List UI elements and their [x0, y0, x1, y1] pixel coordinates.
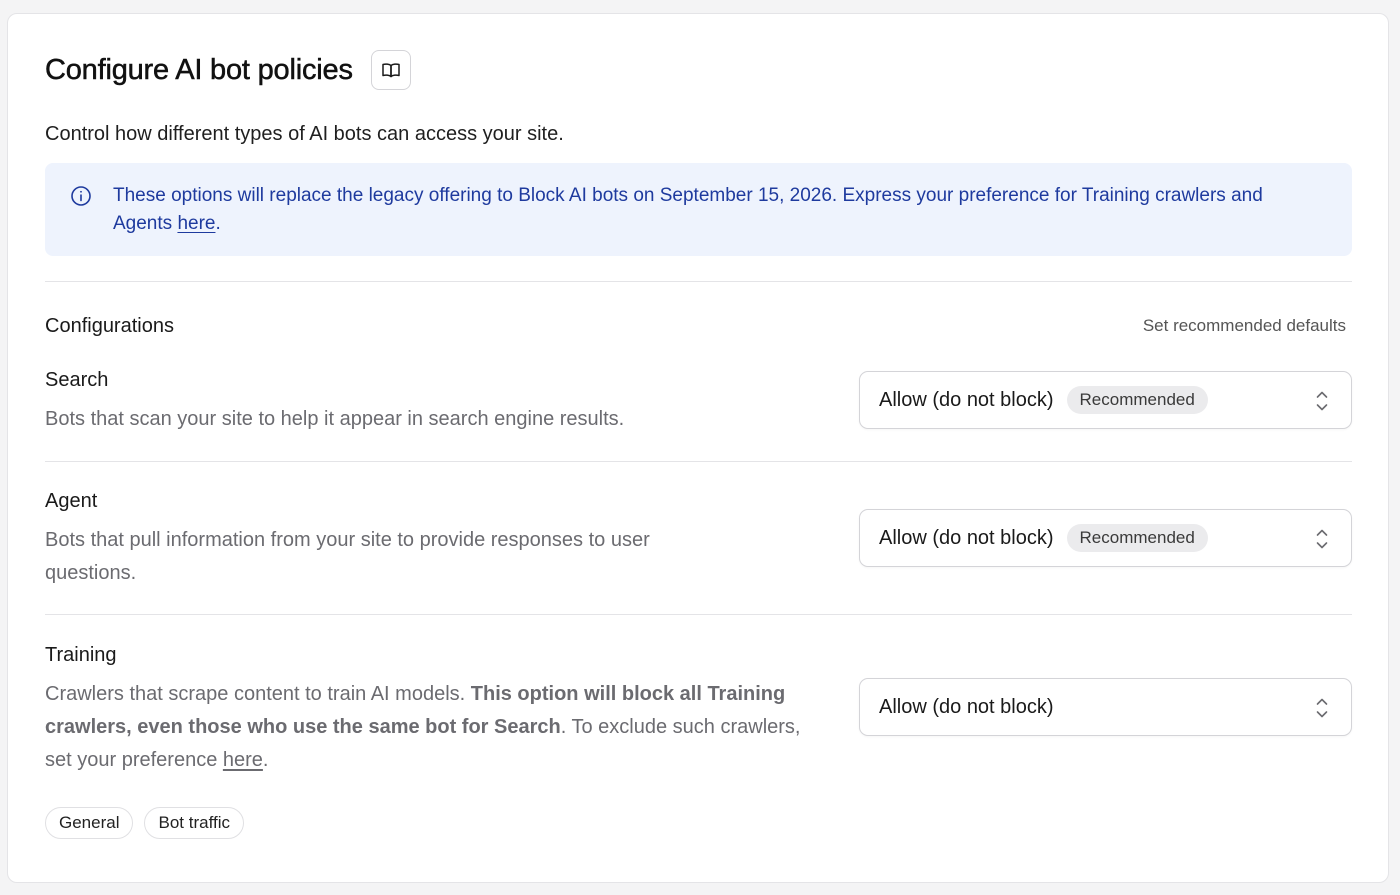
page-title: Configure AI bot policies — [45, 53, 353, 86]
tag-bot-traffic[interactable]: Bot traffic — [144, 807, 244, 839]
header: Configure AI bot policies — [45, 50, 411, 90]
tag-general[interactable]: General — [45, 807, 134, 839]
divider — [45, 461, 1352, 462]
recommended-badge: Recommended — [1066, 386, 1208, 414]
info-icon — [71, 186, 91, 206]
documentation-button[interactable] — [370, 50, 411, 90]
chevron-up-down-icon — [1316, 698, 1328, 718]
book-icon — [382, 63, 400, 78]
notice-suffix: . — [215, 213, 221, 234]
search-row-title: Search — [45, 369, 109, 391]
training-row-title: Training — [45, 644, 117, 666]
set-recommended-defaults-link[interactable]: Set recommended defaults — [1143, 316, 1346, 336]
page-subtitle: Control how different types of AI bots c… — [45, 123, 564, 145]
training-desc-prefix: Crawlers that scrape content to train AI… — [45, 683, 471, 705]
training-row-description: Crawlers that scrape content to train AI… — [45, 678, 825, 777]
agent-policy-select[interactable]: Allow (do not block) Recommended — [859, 509, 1352, 567]
tag-list: General Bot traffic — [45, 807, 244, 839]
bot-policies-card: Configure AI bot policies Control how di… — [7, 13, 1389, 883]
legacy-notice-banner: These options will replace the legacy of… — [45, 163, 1352, 256]
select-value: Allow (do not block) — [879, 695, 1054, 718]
select-value: Allow (do not block) — [879, 388, 1054, 411]
search-policy-select[interactable]: Allow (do not block) Recommended — [859, 371, 1352, 429]
divider — [45, 281, 1352, 282]
agent-row-title: Agent — [45, 490, 98, 512]
divider — [45, 614, 1352, 615]
notice-body: These options will replace the legacy of… — [113, 185, 1263, 234]
configurations-heading: Configurations — [45, 315, 174, 337]
select-value: Allow (do not block) — [879, 526, 1054, 549]
agent-row-description: Bots that pull information from your sit… — [45, 529, 650, 584]
search-row-description: Bots that scan your site to help it appe… — [45, 408, 625, 430]
training-here-link[interactable]: here — [223, 749, 263, 771]
notice-text: These options will replace the legacy of… — [113, 182, 1312, 238]
recommended-badge: Recommended — [1066, 524, 1208, 552]
training-desc-suffix: . — [262, 749, 269, 771]
training-policy-select[interactable]: Allow (do not block) — [859, 678, 1352, 736]
chevron-up-down-icon — [1316, 391, 1328, 411]
chevron-up-down-icon — [1316, 529, 1328, 549]
notice-here-link[interactable]: here — [177, 213, 215, 234]
